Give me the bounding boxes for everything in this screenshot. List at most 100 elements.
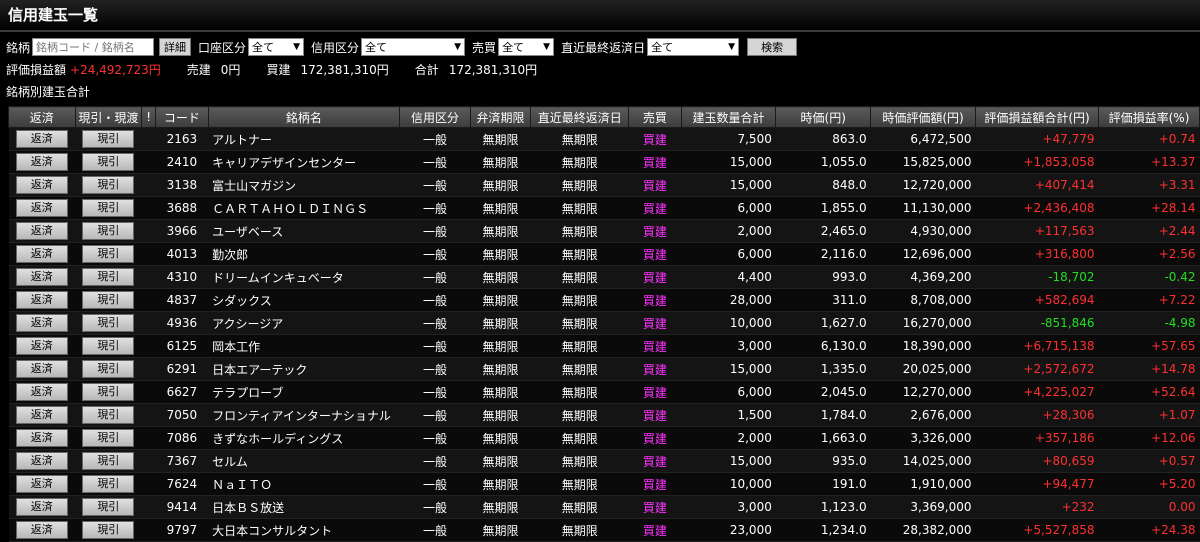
genbiki-button[interactable]: 現引 xyxy=(82,475,135,493)
repay-button[interactable]: 返済 xyxy=(15,406,68,424)
header-price[interactable]: 時価(円) xyxy=(775,106,872,128)
due-date: 無期限 xyxy=(530,357,629,381)
genbiki-button[interactable]: 現引 xyxy=(82,268,135,286)
header-value[interactable]: 時価評価額(円) xyxy=(870,106,976,128)
header-code[interactable]: コード xyxy=(155,106,209,128)
header-name[interactable]: 銘柄名 xyxy=(207,106,401,128)
profit-loss: +1,853,058 xyxy=(975,150,1099,174)
stock-code: 7367 xyxy=(155,449,209,473)
due-date: 無期限 xyxy=(530,265,629,289)
repay-button[interactable]: 返済 xyxy=(15,222,68,240)
genbiki-cell: 現引 xyxy=(75,426,142,450)
stock-code: 2410 xyxy=(155,150,209,174)
repay-button[interactable]: 返済 xyxy=(15,521,68,539)
credit-type: 一般 xyxy=(399,426,471,450)
profit-loss-rate: +2.56 xyxy=(1098,242,1200,266)
account-select[interactable]: 全て ▼ xyxy=(248,38,305,56)
profit-loss-rate: +5.20 xyxy=(1098,472,1200,496)
repay-button[interactable]: 返済 xyxy=(15,360,68,378)
genbiki-button[interactable]: 現引 xyxy=(82,245,135,263)
market-value: 14,025,000 xyxy=(870,449,976,473)
profit-loss: -851,846 xyxy=(975,311,1099,335)
genbiki-button[interactable]: 現引 xyxy=(82,222,135,240)
repay-button[interactable]: 返済 xyxy=(15,337,68,355)
pl-value: +24,492,723円 xyxy=(70,62,161,77)
alert-cell xyxy=(141,265,156,289)
header-qty[interactable]: 建玉数量合計 xyxy=(680,106,777,128)
genbiki-button[interactable]: 現引 xyxy=(82,199,135,217)
header-side[interactable]: 売買 xyxy=(628,106,682,128)
alert-cell xyxy=(141,150,156,174)
genbiki-button[interactable]: 現引 xyxy=(82,406,135,424)
repay-cell: 返済 xyxy=(8,219,76,243)
market-value: 12,720,000 xyxy=(870,173,976,197)
due-date: 無期限 xyxy=(530,334,629,358)
genbiki-cell: 現引 xyxy=(75,265,142,289)
header-term[interactable]: 弁済期限 xyxy=(469,106,532,128)
stock-name: ユーザベース xyxy=(208,219,400,243)
repay-button[interactable]: 返済 xyxy=(15,199,68,217)
profit-loss-rate: +52.64 xyxy=(1098,380,1200,404)
due-date: 無期限 xyxy=(530,242,629,266)
genbiki-button[interactable]: 現引 xyxy=(82,452,135,470)
quantity: 28,000 xyxy=(681,288,776,312)
credit-select[interactable]: 全て ▼ xyxy=(361,38,466,56)
trade-side: 買建 xyxy=(628,357,682,381)
header-pl[interactable]: 評価損益額合計(円) xyxy=(974,106,1100,128)
header-credit[interactable]: 信用区分 xyxy=(399,106,471,128)
repay-button[interactable]: 返済 xyxy=(15,130,68,148)
search-button[interactable]: 検索 xyxy=(747,38,798,56)
repay-cell: 返済 xyxy=(8,288,76,312)
genbiki-button[interactable]: 現引 xyxy=(82,314,135,332)
repay-button[interactable]: 返済 xyxy=(15,153,68,171)
header-genbiki[interactable]: 現引・現渡 xyxy=(74,106,143,128)
header-repay[interactable]: 返済 xyxy=(8,106,76,128)
account-select-value: 全て xyxy=(252,41,275,54)
stock-name: 富士山マガジン xyxy=(208,173,400,197)
due-select[interactable]: 全て ▼ xyxy=(647,38,740,56)
stock-code: 3138 xyxy=(155,173,209,197)
repay-button[interactable]: 返済 xyxy=(15,314,68,332)
genbiki-cell: 現引 xyxy=(75,334,142,358)
genbiki-button[interactable]: 現引 xyxy=(82,383,135,401)
genbiki-cell: 現引 xyxy=(75,288,142,312)
detail-button[interactable]: 詳細 xyxy=(159,38,192,56)
profit-loss-rate: +1.07 xyxy=(1098,403,1200,427)
credit-type: 一般 xyxy=(399,196,471,220)
due-date: 無期限 xyxy=(530,403,629,427)
repay-button[interactable]: 返済 xyxy=(15,245,68,263)
stock-code: 7050 xyxy=(155,403,209,427)
genbiki-cell: 現引 xyxy=(75,518,142,542)
genbiki-button[interactable]: 現引 xyxy=(82,176,135,194)
quantity: 23,000 xyxy=(681,518,776,542)
genbiki-button[interactable]: 現引 xyxy=(82,429,135,447)
repay-button[interactable]: 返済 xyxy=(15,268,68,286)
quantity: 15,000 xyxy=(681,357,776,381)
repay-button[interactable]: 返済 xyxy=(15,291,68,309)
repay-button[interactable]: 返済 xyxy=(15,498,68,516)
repay-button[interactable]: 返済 xyxy=(15,429,68,447)
genbiki-button[interactable]: 現引 xyxy=(82,337,135,355)
repay-button[interactable]: 返済 xyxy=(15,475,68,493)
summary-bar: 評価損益額 +24,492,723円 売建 0円 買建 172,381,310円… xyxy=(6,61,541,77)
genbiki-button[interactable]: 現引 xyxy=(82,130,135,148)
trade-select[interactable]: 全て ▼ xyxy=(498,38,555,56)
genbiki-button[interactable]: 現引 xyxy=(82,291,135,309)
repay-button[interactable]: 返済 xyxy=(15,383,68,401)
table-row: 返済 現引 4837 シダックス 一般 無期限 無期限 買建 28,000 311.0 8,708,… xyxy=(8,288,1200,312)
genbiki-button[interactable]: 現引 xyxy=(82,360,135,378)
market-value: 4,369,200 xyxy=(870,265,976,289)
repay-button[interactable]: 返済 xyxy=(15,452,68,470)
market-price: 1,855.0 xyxy=(775,196,871,220)
due-date: 無期限 xyxy=(530,380,629,404)
header-alert[interactable]: ! xyxy=(141,106,157,128)
table-row: 返済 現引 3138 富士山マガジン 一般 無期限 無期限 買建 15,000 848.0 12,7… xyxy=(8,173,1200,197)
credit-type: 一般 xyxy=(399,219,471,243)
header-rate[interactable]: 評価損益率(%) xyxy=(1098,106,1200,128)
header-due[interactable]: 直近最終返済日 xyxy=(530,106,630,128)
meigara-input[interactable] xyxy=(32,38,155,56)
genbiki-button[interactable]: 現引 xyxy=(82,153,135,171)
repay-button[interactable]: 返済 xyxy=(15,176,68,194)
genbiki-button[interactable]: 現引 xyxy=(82,498,135,516)
genbiki-button[interactable]: 現引 xyxy=(82,521,135,539)
